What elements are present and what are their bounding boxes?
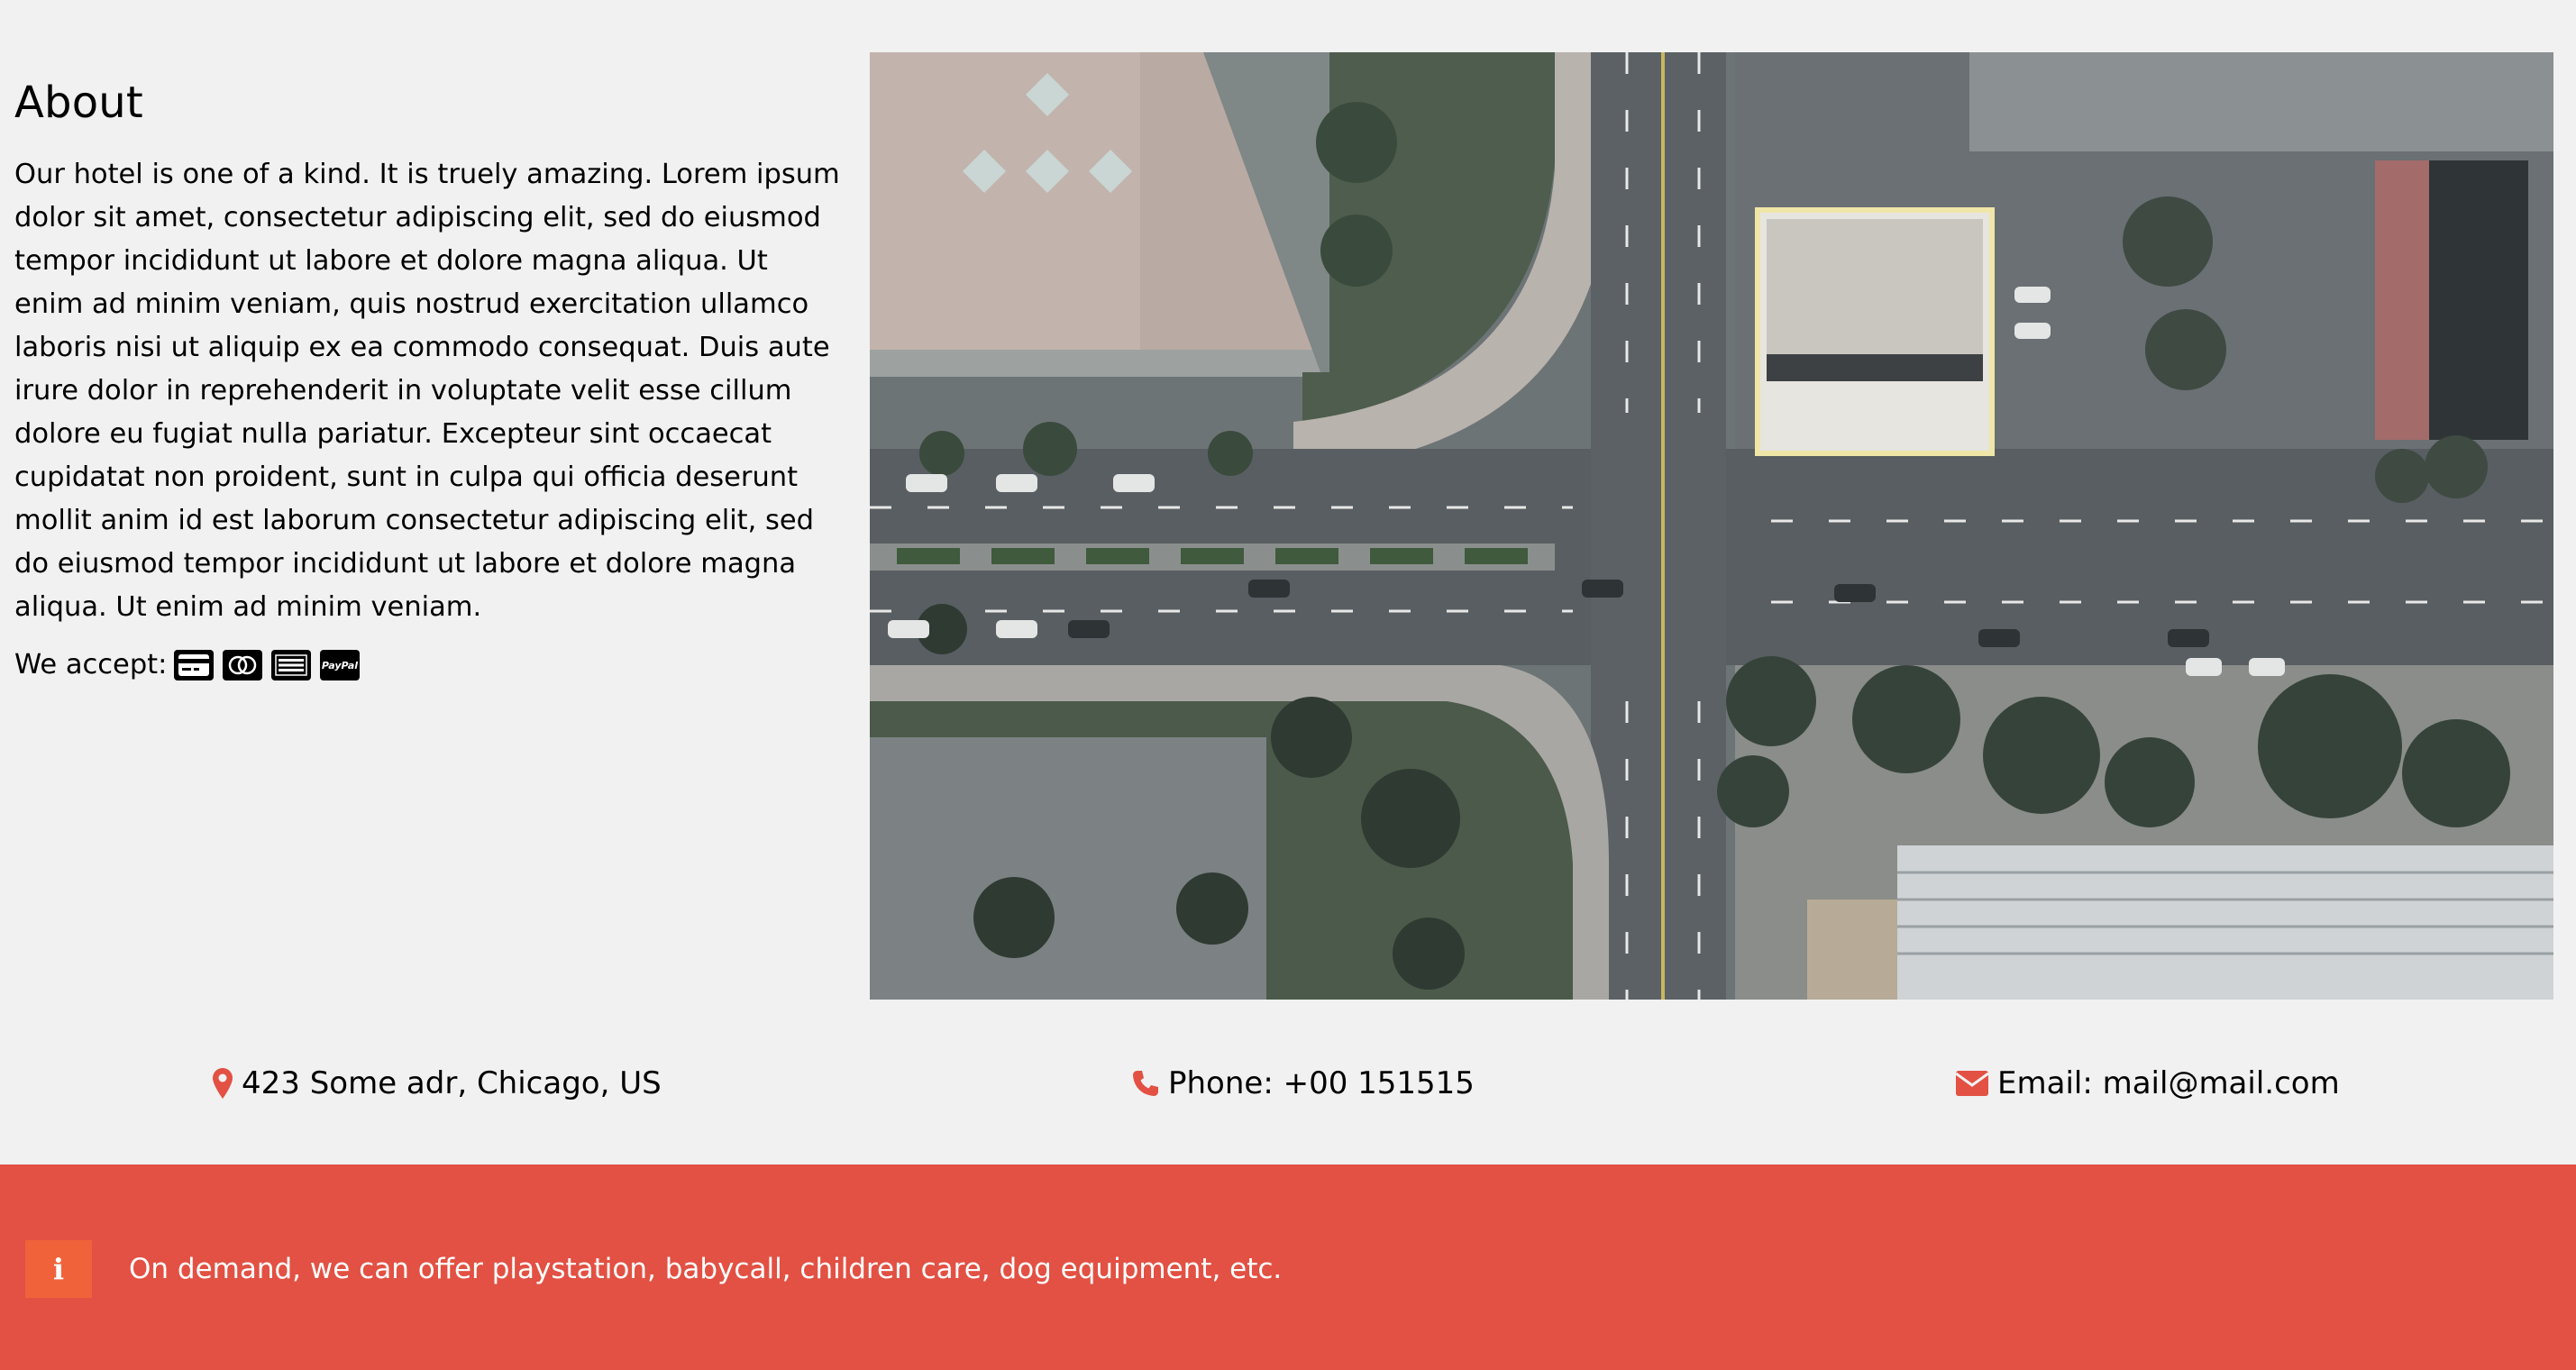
- about-section: About Our hotel is one of a kind. It is …: [14, 72, 840, 687]
- contact-email: Email: mail@mail.com: [1956, 1055, 2340, 1112]
- envelope-icon: [1956, 1071, 1988, 1096]
- page: About Our hotel is one of a kind. It is …: [0, 0, 2576, 1370]
- paypal-text: PayPal: [322, 660, 358, 671]
- about-title: About: [14, 78, 143, 128]
- phone-text: Phone: +00 151515: [1168, 1065, 1475, 1101]
- credit-card-icon: [174, 650, 215, 680]
- contact-address: 423 Some adr, Chicago, US: [213, 1055, 662, 1112]
- accept-label: We accept:: [14, 649, 168, 680]
- info-banner: i On demand, we can offer playstation, b…: [0, 1164, 2576, 1370]
- payment-methods: We accept: PayPal: [14, 644, 840, 687]
- info-icon: i: [25, 1240, 92, 1298]
- amex-icon: [271, 650, 312, 680]
- phone-icon: [1132, 1070, 1159, 1097]
- map-marker-icon: [213, 1068, 233, 1099]
- contact-phone: Phone: +00 151515: [1132, 1055, 1475, 1112]
- about-text: Our hotel is one of a kind. It is truely…: [14, 159, 840, 623]
- info-banner-message: On demand, we can offer playstation, bab…: [129, 1253, 1283, 1285]
- mastercard-icon: [223, 650, 263, 680]
- aerial-city-intersection-image: [870, 52, 2553, 1000]
- paypal-icon: PayPal: [320, 650, 361, 680]
- address-text: 423 Some adr, Chicago, US: [242, 1065, 662, 1101]
- email-text: Email: mail@mail.com: [1997, 1065, 2340, 1101]
